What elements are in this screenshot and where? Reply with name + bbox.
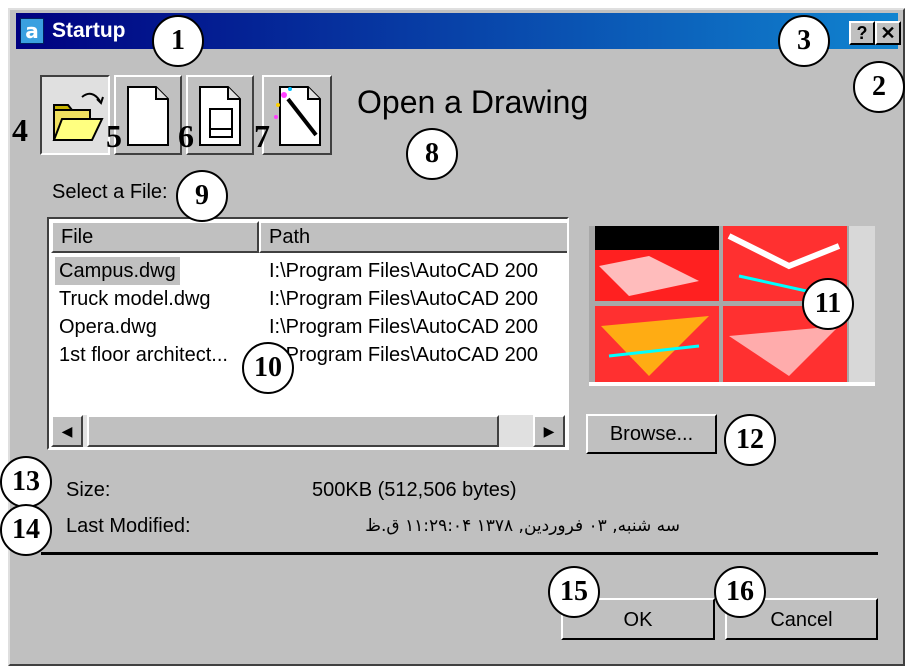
file-name: Truck model.dwg (59, 288, 211, 310)
size-value: 500KB (512,506 bytes) (312, 479, 517, 501)
scroll-left-button[interactable]: ◀ (51, 415, 83, 447)
separator-line (41, 552, 878, 555)
scroll-thumb[interactable] (87, 415, 499, 447)
column-header-path[interactable]: Path (259, 221, 567, 253)
wizard-document-icon (274, 86, 321, 146)
file-row[interactable]: Truck model.dwg I:\Program Files\AutoCAD… (51, 285, 567, 313)
callout-6: 6 (178, 118, 194, 154)
file-path: I:\Program Files\AutoCAD 200 (269, 288, 538, 310)
start-from-scratch-button[interactable] (114, 75, 182, 155)
callout-3: 3 (778, 15, 830, 67)
browse-button[interactable]: Browse... (586, 414, 717, 454)
file-row[interactable]: Campus.dwg I:\Program Files\AutoCAD 200 (51, 257, 567, 285)
select-file-label: Select a File: (52, 181, 168, 203)
file-row[interactable]: 1st floor architect... I:\Program Files\… (51, 341, 567, 369)
callout-13: 13 (0, 456, 52, 508)
scroll-right-button[interactable]: ▶ (533, 415, 565, 447)
callout-7: 7 (254, 118, 270, 154)
horizontal-scrollbar[interactable]: ◀ ▶ (51, 415, 565, 447)
template-document-icon (199, 86, 241, 146)
last-modified-value: سه شنبه, ۰۳ فروردین, ۱۳۷۸ ۱۱:۲۹:۰۴ ق.ظ (365, 516, 680, 536)
callout-1: 1 (152, 15, 204, 67)
autocad-app-icon: a (20, 18, 44, 44)
file-name: 1st floor architect... (59, 344, 228, 366)
callout-5: 5 (106, 118, 122, 154)
file-path: I:\Program Files\AutoCAD 200 (269, 344, 538, 366)
file-list[interactable]: File Path Campus.dwg I:\Program Files\Au… (47, 217, 569, 450)
callout-4: 4 (12, 112, 28, 148)
use-template-button[interactable] (186, 75, 254, 155)
callout-16: 16 (714, 566, 766, 618)
open-drawing-mode-button[interactable] (40, 75, 110, 155)
window-title: Startup (52, 19, 126, 42)
mode-heading: Open a Drawing (357, 84, 589, 120)
last-modified-label: Last Modified: (66, 515, 191, 537)
blank-document-icon (127, 86, 169, 146)
column-header-file[interactable]: File (51, 221, 259, 253)
file-name: Campus.dwg (55, 257, 180, 285)
size-label: Size: (66, 479, 111, 501)
file-row[interactable]: Opera.dwg I:\Program Files\AutoCAD 200 (51, 313, 567, 341)
open-folder-icon (52, 92, 104, 141)
callout-2: 2 (853, 61, 905, 113)
use-wizard-button[interactable] (262, 75, 332, 155)
help-button[interactable]: ? (849, 21, 875, 45)
callout-14: 14 (0, 504, 52, 556)
callout-9: 9 (176, 170, 228, 222)
callout-10: 10 (242, 342, 294, 394)
callout-12: 12 (724, 414, 776, 466)
file-path: I:\Program Files\AutoCAD 200 (269, 260, 538, 282)
callout-11: 11 (802, 278, 854, 330)
file-name: Opera.dwg (59, 316, 157, 338)
file-path: I:\Program Files\AutoCAD 200 (269, 316, 538, 338)
close-button[interactable]: ✕ (875, 21, 901, 45)
title-bar[interactable] (16, 13, 898, 49)
callout-15: 15 (548, 566, 600, 618)
callout-8: 8 (406, 128, 458, 180)
